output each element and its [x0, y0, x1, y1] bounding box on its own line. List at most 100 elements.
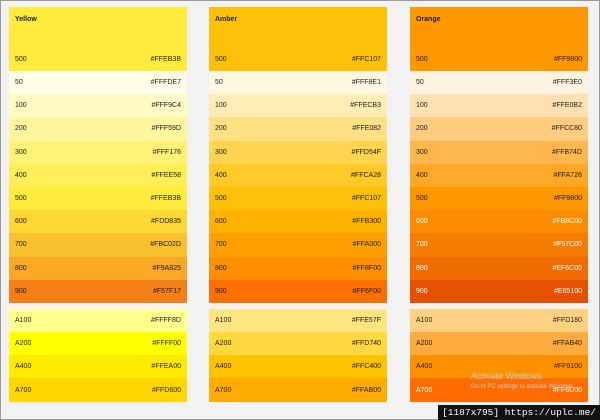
swatch-hex-value: #FFF9C4 [151, 102, 181, 110]
swatch-hex-value: #FFB300 [352, 218, 381, 226]
accent-swatch: A700 #FFD600 [9, 378, 187, 402]
swatch-hex-value: #FFA000 [352, 241, 381, 249]
shade-list: 50 #FFFDE7 100 #FFF9C4 200 #FFF59D 300 #FFF176 4… [9, 71, 187, 303]
swatch-hex-value: #FFE0B2 [552, 102, 582, 110]
swatch-hex-value: #FFAB00 [351, 386, 381, 394]
swatch-hex-value: #FFD740 [351, 340, 381, 348]
swatch-hex-value: #FFFDE7 [150, 79, 181, 87]
swatch-hex-value: #FFF8E1 [351, 79, 381, 87]
header-hex: #FFC107 [351, 56, 381, 63]
accent-swatch: A200 #FFD740 [209, 332, 387, 356]
accent-swatch: A200 #FFAB40 [410, 332, 588, 356]
swatch-hex-value: #FFECB3 [350, 102, 381, 110]
swatch-hex-value: #FBC02D [150, 241, 181, 249]
shade-swatch: 500 #FF9800 [410, 186, 588, 211]
swatch-shade-label: A400 [416, 363, 433, 371]
swatch-shade-label: A700 [215, 386, 232, 394]
swatch-shade-label: 300 [15, 148, 27, 156]
swatch-hex-value: #FFAB40 [552, 340, 582, 348]
shade-swatch: 800 #FF8F00 [209, 256, 387, 280]
shade-swatch: 100 #FFF9C4 [9, 94, 187, 118]
shade-swatch: 100 #FFECB3 [209, 94, 387, 118]
swatch-hex-value: #FFD600 [151, 386, 181, 394]
accent-list: A100 #FFE57F A200 #FFD740 A400 #FFC400 A700 #FF… [209, 308, 387, 402]
swatch-hex-value: #FFCA28 [351, 171, 381, 179]
swatch-hex-value: #FFCC80 [551, 125, 582, 133]
swatch-shade-label: A400 [15, 363, 32, 371]
shade-swatch: 400 #FFEE58 [9, 163, 187, 187]
accent-swatch: A400 #FFEA00 [9, 355, 187, 379]
shade-swatch: 200 #FFE082 [209, 117, 387, 141]
shade-swatch: 100 #FFE0B2 [410, 94, 588, 118]
swatch-shade-label: 300 [416, 148, 428, 156]
swatch-shade-label: 700 [15, 241, 27, 249]
swatch-hex-value: #FFA726 [553, 171, 582, 179]
shade-swatch: 900 #E65100 [410, 279, 588, 303]
palette-orange: Orange 500 #FF9800 50 #FFF3E0 100 #FFE0B2 20… [410, 7, 588, 402]
shade-swatch: 800 #EF6C00 [410, 256, 588, 280]
accent-swatch: A700 #FFAB00 [209, 378, 387, 402]
swatch-shade-label: A700 [15, 386, 32, 394]
swatch-hex-value: #E65100 [553, 287, 582, 295]
palette-header: Yellow 500 #FFEB3B [9, 7, 187, 71]
swatch-hex-value: #FB8C00 [552, 218, 582, 226]
swatch-shade-label: 600 [416, 218, 428, 226]
swatch-shade-label: 200 [215, 125, 227, 133]
shade-swatch: 800 #F9A825 [9, 256, 187, 280]
header-shade: 500 [416, 56, 428, 63]
palette-name: Orange [416, 16, 441, 23]
shade-swatch: 200 #FFF59D [9, 117, 187, 141]
swatch-hex-value: #FFC107 [351, 195, 381, 203]
swatch-shade-label: A200 [15, 340, 32, 348]
swatch-shade-label: 600 [15, 218, 27, 226]
swatch-hex-value: #FFEE58 [151, 171, 181, 179]
accent-swatch: A100 #FFE57F [209, 308, 387, 333]
shade-swatch: 50 #FFFDE7 [9, 71, 187, 95]
watermark-subtitle: Go to PC settings to activate Windows. [471, 384, 575, 390]
shade-swatch: 700 #FFA000 [209, 233, 387, 257]
shade-swatch: 500 #FFEB3B [9, 186, 187, 211]
swatch-shade-label: 900 [15, 287, 27, 295]
swatch-shade-label: A100 [215, 316, 232, 324]
shade-swatch: 600 #FDD835 [9, 210, 187, 234]
swatch-hex-value: #FFF3E0 [552, 79, 582, 87]
swatch-hex-value: #FFE082 [352, 125, 381, 133]
shade-swatch: 700 #F57C00 [410, 233, 588, 257]
palette-name: Amber [215, 16, 238, 23]
swatch-shade-label: 200 [15, 125, 27, 133]
swatch-shade-label: 100 [416, 102, 428, 110]
swatch-hex-value: #FFD54F [351, 148, 381, 156]
swatch-shade-label: 500 [215, 195, 227, 203]
header-hex: #FF9800 [553, 56, 582, 63]
swatch-hex-value: #FFEA00 [151, 363, 181, 371]
accent-swatch: A400 #FFC400 [209, 355, 387, 379]
swatch-shade-label: 50 [416, 79, 424, 87]
shade-swatch: 600 #FFB300 [209, 210, 387, 234]
palette-name: Yellow [15, 16, 37, 23]
swatch-shade-label: 200 [416, 125, 428, 133]
accent-list: A100 #FFFF8D A200 #FFFF00 A400 #FFEA00 A700 #FF… [9, 308, 187, 402]
palette-amber: Amber 500 #FFC107 50 #FFF8E1 100 #FFECB3 200… [209, 7, 387, 402]
swatch-shade-label: 400 [15, 171, 27, 179]
swatch-shade-label: 100 [15, 102, 27, 110]
shade-swatch: 200 #FFCC80 [410, 117, 588, 141]
shade-swatch: 400 #FFCA28 [209, 163, 387, 187]
palette-yellow: Yellow 500 #FFEB3B 50 #FFFDE7 100 #FFF9C4 20… [9, 7, 187, 402]
swatch-shade-label: 50 [215, 79, 223, 87]
watermark-title: Activate Windows [471, 371, 543, 381]
shade-swatch: 400 #FFA726 [410, 163, 588, 187]
swatch-hex-value: #FDD835 [151, 218, 181, 226]
swatch-hex-value: #FF6F00 [352, 287, 381, 295]
shade-list: 50 #FFF8E1 100 #FFECB3 200 #FFE082 300 #FFD54F 4… [209, 71, 387, 303]
swatch-shade-label: 900 [416, 287, 428, 295]
swatch-shade-label: 700 [215, 241, 227, 249]
swatch-hex-value: #FFC400 [351, 363, 381, 371]
shade-swatch: 700 #FBC02D [9, 233, 187, 257]
shade-swatch: 900 #FF6F00 [209, 279, 387, 303]
swatch-hex-value: #EF6C00 [552, 264, 582, 272]
shade-swatch: 300 #FFD54F [209, 140, 387, 164]
palette-header: Orange 500 #FF9800 [410, 7, 588, 71]
swatch-hex-value: #FF8F00 [352, 264, 381, 272]
activate-windows-watermark: Activate Windows Go to PC settings to ac… [471, 371, 575, 393]
swatch-shade-label: 700 [416, 241, 428, 249]
